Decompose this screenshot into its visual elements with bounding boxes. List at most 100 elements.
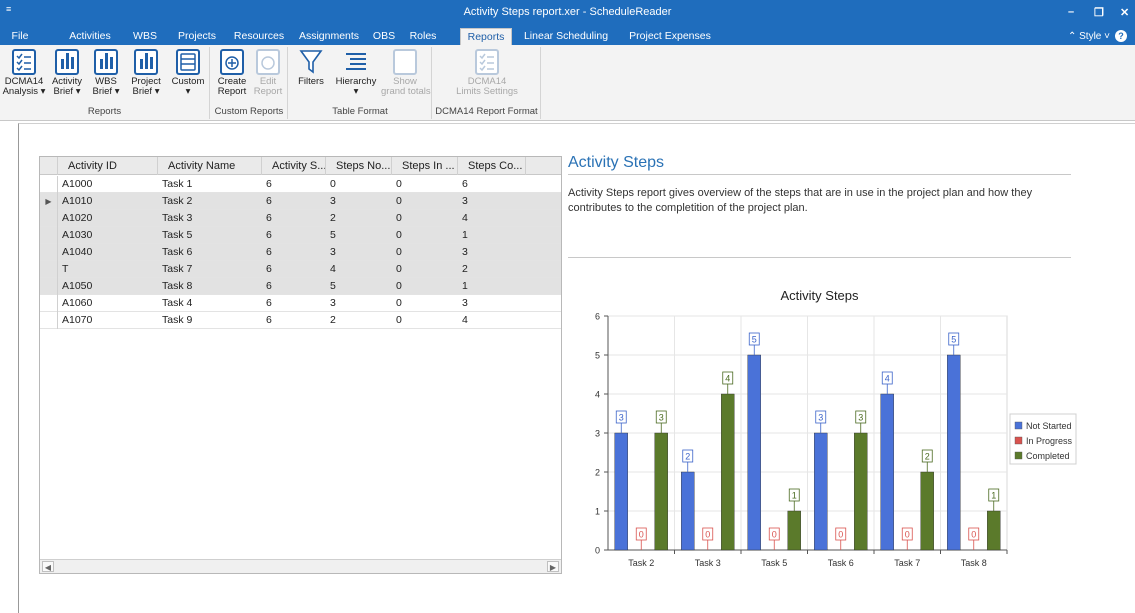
y-tick-label: 5: [595, 351, 600, 361]
horizontal-scrollbar[interactable]: ◀ ▶: [40, 559, 561, 573]
hierarchy-button[interactable]: Hierarchy ▾: [333, 49, 379, 97]
cell-steps-in-progress: 0: [396, 178, 402, 190]
x-tick-label: Task 6: [828, 558, 854, 568]
cell-activity-steps: 6: [266, 229, 272, 241]
cell-activity-name: Task 6: [162, 246, 193, 258]
row-indicator[interactable]: [40, 295, 58, 312]
legend-swatch-1: [1014, 436, 1023, 445]
cell-steps-completed: 1: [462, 229, 468, 241]
grid-header: Activity ID Activity Name Activity S... Ste…: [40, 157, 561, 175]
cell-steps-completed: 6: [462, 178, 468, 190]
ribbon-group-custom-reports: Create Report Edit Report Custom Reports: [211, 47, 288, 119]
edit-report-button[interactable]: Edit Report: [251, 49, 285, 97]
row-indicator[interactable]: [40, 312, 58, 329]
scroll-left-icon[interactable]: ◀: [42, 561, 54, 572]
filters-button[interactable]: Filters: [293, 49, 329, 87]
table-row[interactable]: ▶ A1010 Task 2 6 3 0 3: [40, 193, 561, 210]
row-indicator[interactable]: [40, 210, 58, 227]
report-content: Activity ID Activity Name Activity S... Ste…: [18, 123, 1135, 613]
report-description: Activity Steps report gives overview of …: [568, 187, 1033, 214]
tab-resources[interactable]: Resources: [230, 28, 288, 45]
cell-activity-name: Task 3: [162, 212, 193, 224]
activity-steps-chart: 0 1 2 3 4 5 6 Task 2 3 0 3 Task 3 2 0 4 Task 5 5 0 1 Task 6…: [595, 312, 1077, 568]
cell-activity-id: A1020: [62, 212, 93, 224]
dcma14-analysis-button[interactable]: DCMA14 Analysis ▾: [2, 49, 46, 97]
table-row[interactable]: A1020 Task 3 6 2 0 4: [40, 210, 561, 227]
data-label: 0: [639, 530, 644, 540]
table-row[interactable]: A1030 Task 5 6 5 0 1: [40, 227, 561, 244]
row-indicator[interactable]: [40, 176, 58, 193]
tab-linear-scheduling[interactable]: Linear Scheduling: [518, 28, 614, 45]
group-label-dcma14-report-format: DCMA14 Report Format: [435, 106, 538, 117]
data-label: 0: [772, 530, 777, 540]
data-label: 3: [659, 413, 664, 423]
cell-steps-completed: 3: [462, 246, 468, 258]
edit-report-icon: [256, 49, 280, 75]
minimize-button[interactable]: –: [1068, 6, 1074, 18]
cell-steps-in-progress: 0: [396, 297, 402, 309]
show-grand-totals-button[interactable]: Show grand totals: [381, 49, 431, 97]
bar-0: [747, 354, 761, 551]
x-tick-label: Task 7: [894, 558, 920, 568]
y-tick-label: 3: [595, 429, 600, 439]
legend-swatch-2: [1014, 451, 1023, 460]
activity-brief-button[interactable]: Activity Brief ▾: [48, 49, 86, 97]
row-indicator[interactable]: [40, 261, 58, 278]
row-indicator[interactable]: [40, 244, 58, 261]
tab-roles[interactable]: Roles: [406, 28, 440, 45]
data-label: 0: [705, 530, 710, 540]
tab-activities[interactable]: Activities: [62, 28, 118, 45]
close-button[interactable]: ✕: [1120, 6, 1129, 19]
cell-activity-id: A1060: [62, 297, 93, 309]
maximize-button[interactable]: ❐: [1094, 6, 1104, 19]
tab-projects[interactable]: Projects: [172, 28, 222, 45]
table-row[interactable]: A1070 Task 9 6 2 0 4: [40, 312, 561, 329]
help-icon[interactable]: ?: [1115, 30, 1127, 42]
create-report-button[interactable]: Create Report: [215, 49, 249, 97]
table-row[interactable]: A1050 Task 8 6 5 0 1: [40, 278, 561, 295]
bar-chart-icon: [134, 49, 158, 75]
cell-steps-completed: 3: [462, 195, 468, 207]
row-indicator[interactable]: [40, 278, 58, 295]
ribbon: DCMA14 Analysis ▾ Activity Brief ▾ WBS B…: [0, 45, 1135, 121]
filters-label: Filters: [298, 76, 324, 87]
tab-reports[interactable]: Reports: [460, 28, 512, 45]
column-header-activity-id[interactable]: Activity ID: [58, 157, 158, 175]
legend-label: Completed: [1026, 451, 1070, 461]
column-header-steps-not-started[interactable]: Steps No...: [326, 157, 392, 175]
table-row[interactable]: T Task 7 6 4 0 2: [40, 261, 561, 278]
cell-activity-steps: 6: [266, 212, 272, 224]
dcma14-limits-settings-button[interactable]: DCMA14 Limits Settings: [447, 49, 527, 97]
x-tick-label: Task 3: [695, 558, 721, 568]
column-header-activity-steps[interactable]: Activity S...: [262, 157, 326, 175]
project-brief-button[interactable]: Project Brief ▾: [126, 49, 166, 97]
cell-steps-completed: 1: [462, 280, 468, 292]
style-label[interactable]: ⌃ Style ˅: [1068, 31, 1110, 42]
cell-activity-steps: 6: [266, 178, 272, 190]
hierarchy-label: Hierarchy ▾: [335, 76, 377, 97]
table-row[interactable]: A1040 Task 6 6 3 0 3: [40, 244, 561, 261]
tab-wbs[interactable]: WBS: [128, 28, 162, 45]
row-indicator[interactable]: [40, 227, 58, 244]
window-title: Activity Steps report.xer - ScheduleRead…: [463, 6, 672, 18]
table-row[interactable]: A1060 Task 4 6 3 0 3: [40, 295, 561, 312]
row-indicator[interactable]: ▶: [40, 193, 58, 210]
table-row[interactable]: A1000 Task 1 6 0 0 6: [40, 176, 561, 193]
tab-project-expenses[interactable]: Project Expenses: [624, 28, 716, 45]
column-header-steps-in-progress[interactable]: Steps In ...: [392, 157, 458, 175]
tab-file[interactable]: File: [2, 28, 38, 45]
show-grand-totals-label: Show grand totals: [381, 76, 431, 97]
activity-steps-grid[interactable]: Activity ID Activity Name Activity S... Ste…: [39, 156, 562, 574]
cell-steps-in-progress: 0: [396, 263, 402, 275]
y-tick-label: 4: [595, 390, 600, 400]
scroll-right-icon[interactable]: ▶: [547, 561, 559, 572]
wbs-brief-button[interactable]: WBS Brief ▾: [88, 49, 124, 97]
tab-obs[interactable]: OBS: [368, 28, 400, 45]
data-label: 2: [925, 452, 930, 462]
custom-button[interactable]: Custom ▾: [168, 49, 208, 97]
bar-0: [880, 393, 894, 551]
column-header-activity-name[interactable]: Activity Name: [158, 157, 262, 175]
column-header-steps-completed[interactable]: Steps Co...: [458, 157, 526, 175]
style-menu[interactable]: ⌃ Style ˅?: [1068, 30, 1127, 42]
tab-assignments[interactable]: Assignments: [296, 28, 362, 45]
